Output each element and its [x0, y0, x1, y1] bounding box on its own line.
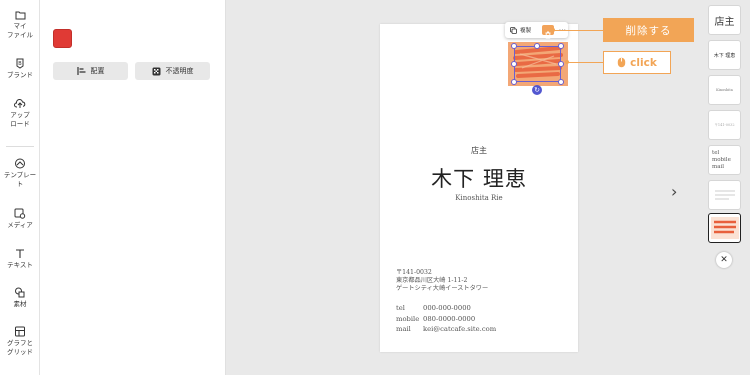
align-button-label: 配置 [90, 67, 105, 75]
contact-value: kei@catcafe.site.com [423, 325, 497, 333]
mouse-icon [617, 57, 626, 68]
sidebar-item-my-files[interactable]: マイ ファイル [0, 10, 40, 39]
resize-handle-right[interactable] [558, 61, 564, 67]
sidebar-item-text[interactable]: テキスト [0, 248, 40, 270]
align-button[interactable]: 配置 [53, 62, 128, 80]
contact-row: mail kei@catcafe.site.com [396, 324, 496, 335]
selection-frame[interactable] [514, 46, 561, 82]
layer-thumbnail[interactable]: tel mobile mail [708, 145, 741, 175]
card-role[interactable]: 店主 [380, 145, 578, 156]
card-name[interactable]: 木下 理恵 [380, 163, 578, 193]
contact-label: mail [396, 325, 411, 333]
callout-connector [553, 30, 603, 31]
sidebar-item-label: 素材 [13, 300, 27, 308]
resize-handle-top-right[interactable] [558, 43, 564, 49]
align-icon [76, 67, 85, 75]
contact-row: tel 000-000-0000 [396, 303, 496, 314]
sidebar-item-label: テキスト [7, 261, 33, 269]
contact-row: mobile 080-0000-0000 [396, 314, 496, 325]
contact-label: mobile [396, 314, 420, 323]
address-line: 〒141-0032 [396, 269, 432, 276]
opacity-icon [152, 67, 160, 75]
opacity-button[interactable]: 不透明度 [135, 62, 210, 80]
callout-dot [551, 28, 555, 32]
card-address[interactable]: 〒141-0032 東京都品川区大崎 1-11-2 ゲートシティ大崎イーストタワ… [396, 269, 488, 294]
close-icon[interactable]: ✕ [716, 252, 732, 268]
resize-handle-bottom-left[interactable] [511, 79, 517, 85]
folder-icon [15, 11, 25, 20]
brush-stroke-preview-icon [710, 217, 739, 239]
template-icon [15, 158, 25, 169]
layer-thumbnail[interactable]: 木下 理恵 [708, 40, 741, 70]
sidebar-item-label: グラフと グリッド [7, 339, 33, 356]
property-panel: 配置 不透明度 [40, 0, 226, 375]
duplicate-icon [510, 26, 517, 34]
layer-thumbnail-selected[interactable] [708, 213, 741, 243]
layer-thumbnail-text: tel mobile mail [712, 149, 731, 170]
svg-text:B: B [18, 61, 22, 67]
layer-thumbnail[interactable] [708, 180, 741, 210]
sidebar-item-label: アップ ロード [10, 111, 30, 128]
layer-thumbnail-text: Kinoshita [716, 88, 733, 92]
resize-handle-bottom-right[interactable] [558, 79, 564, 85]
sidebar-item-elements[interactable]: 素材 [0, 287, 40, 309]
media-icon [14, 208, 26, 219]
layer-thumbnail[interactable]: 〒141-0032 [708, 110, 741, 140]
resize-handle-left[interactable] [511, 61, 517, 67]
text-lines-preview-icon [714, 190, 735, 200]
resize-handle-top[interactable] [534, 43, 540, 49]
sidebar-item-label: マイ ファイル [7, 22, 33, 39]
sidebar-item-label: ブランド [7, 71, 33, 79]
elements-icon [15, 287, 25, 298]
brand-icon: B [16, 58, 24, 69]
duplicate-label: 複製 [520, 28, 532, 34]
layer-thumbnail-text: 店主 [714, 16, 735, 28]
duplicate-button[interactable]: 複製 [510, 26, 531, 34]
text-icon [16, 249, 24, 258]
contact-label: tel [396, 304, 405, 312]
delete-callout: 削除する [603, 18, 694, 42]
upload-icon [14, 98, 26, 108]
chart-grid-icon [15, 326, 25, 337]
callout-connector [567, 62, 603, 63]
sidebar-item-chart-grid[interactable]: グラフと グリッド [0, 326, 40, 356]
layer-thumbnail[interactable]: 店主 [708, 5, 741, 35]
contact-value: 080-0000-0000 [423, 314, 476, 323]
contact-value: 000-000-0000 [423, 304, 471, 312]
sidebar-item-label: メディア [7, 221, 33, 229]
card-contact[interactable]: tel 000-000-0000 mobile 080-0000-0000 ma… [396, 303, 496, 335]
left-tool-rail: マイ ファイル B ブランド アップ ロード テンプレー ト メディア テキスト… [0, 0, 40, 375]
callout-dot [565, 60, 569, 64]
click-callout-label: click [630, 56, 657, 69]
sidebar-item-template[interactable]: テンプレー ト [0, 158, 40, 188]
sidebar-item-brand[interactable]: B ブランド [0, 58, 40, 80]
next-page-chevron-icon[interactable]: › [671, 182, 677, 201]
layer-thumbnail[interactable]: Kinoshita [708, 75, 741, 105]
layer-thumbnail-text: 〒141-0032 [714, 122, 735, 127]
sidebar-item-media[interactable]: メディア [0, 208, 40, 230]
card-roman-name[interactable]: Kinoshita Rie [380, 194, 578, 202]
sidebar-item-upload[interactable]: アップ ロード [0, 98, 40, 128]
address-line: ゲートシティ大崎イーストタワー [396, 285, 489, 293]
layer-thumbnail-text: 木下 理恵 [713, 52, 736, 59]
click-callout: click [603, 51, 671, 74]
opacity-button-label: 不透明度 [165, 67, 194, 75]
resize-handle-top-left[interactable] [511, 43, 517, 49]
sidebar-item-label: テンプレー ト [3, 171, 37, 188]
sidebar-divider [6, 146, 34, 147]
color-swatch[interactable] [53, 29, 72, 48]
rotate-handle-icon[interactable]: ↻ [532, 85, 542, 95]
